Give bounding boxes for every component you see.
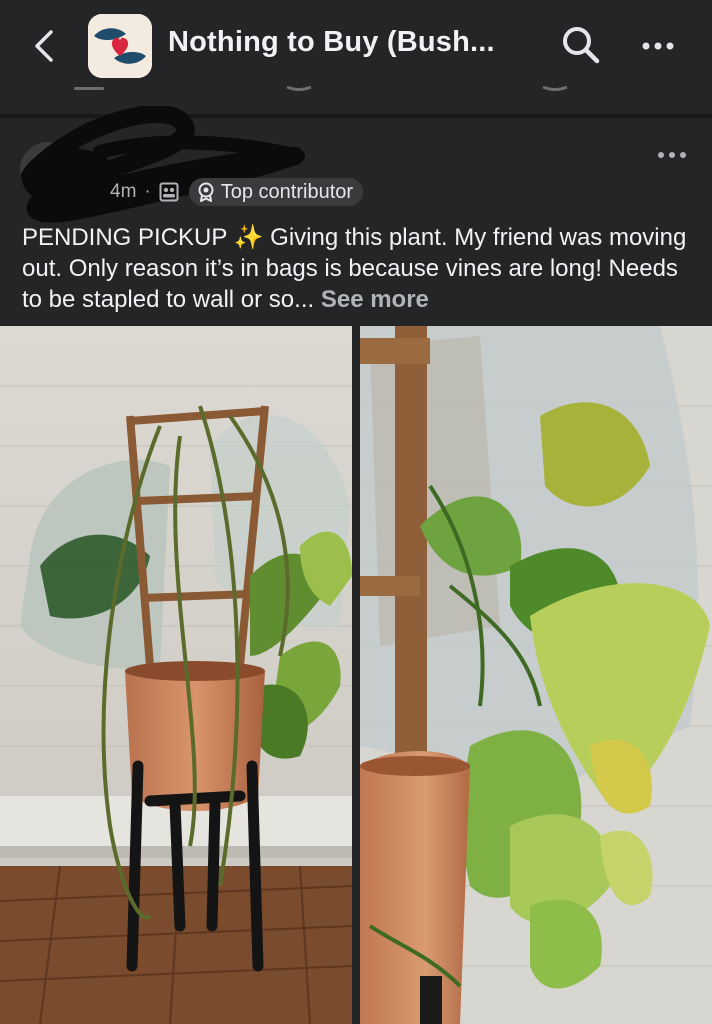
see-more-link[interactable]: See more: [321, 286, 429, 313]
more-horizontal-icon: [642, 42, 674, 50]
post-photo-1[interactable]: [0, 326, 352, 1024]
photo-monstera-closeup: [360, 326, 712, 1024]
photo-plant-stand: [0, 326, 352, 1024]
group-members-icon: [159, 182, 179, 202]
chevron-left-icon: [35, 30, 53, 62]
sparkles-emoji: ✨: [233, 224, 264, 251]
search-icon: [563, 27, 600, 64]
header-more-button[interactable]: [636, 24, 680, 68]
post-body: PENDING PICKUP ✨ Giving this plant. My f…: [22, 222, 692, 315]
tab-icon-stub[interactable]: [540, 86, 570, 92]
top-contributor-badge[interactable]: Top contributor: [188, 178, 364, 206]
tab-icon-stub[interactable]: [284, 86, 314, 92]
hands-heart-logo-icon: [88, 14, 152, 78]
more-horizontal-icon: [658, 152, 686, 158]
post-options-button[interactable]: [650, 140, 694, 170]
group-avatar[interactable]: [88, 14, 152, 78]
post-text-start: PENDING PICKUP: [22, 224, 234, 251]
group-name[interactable]: Nothing to Buy (Bush...: [168, 26, 495, 59]
post-photo-2[interactable]: [360, 326, 712, 1024]
meta-separator: ·: [144, 181, 151, 202]
top-bar: Nothing to Buy (Bush...: [0, 0, 712, 92]
post-meta: 4m · Top contributor: [110, 178, 364, 206]
award-icon: [198, 182, 214, 202]
search-button[interactable]: [560, 24, 602, 66]
back-button[interactable]: [24, 24, 64, 68]
redaction-scribble: [21, 106, 305, 223]
badge-label: Top contributor: [220, 180, 354, 203]
tab-icon-stub[interactable]: [72, 86, 106, 92]
post-time[interactable]: 4m: [110, 181, 136, 203]
